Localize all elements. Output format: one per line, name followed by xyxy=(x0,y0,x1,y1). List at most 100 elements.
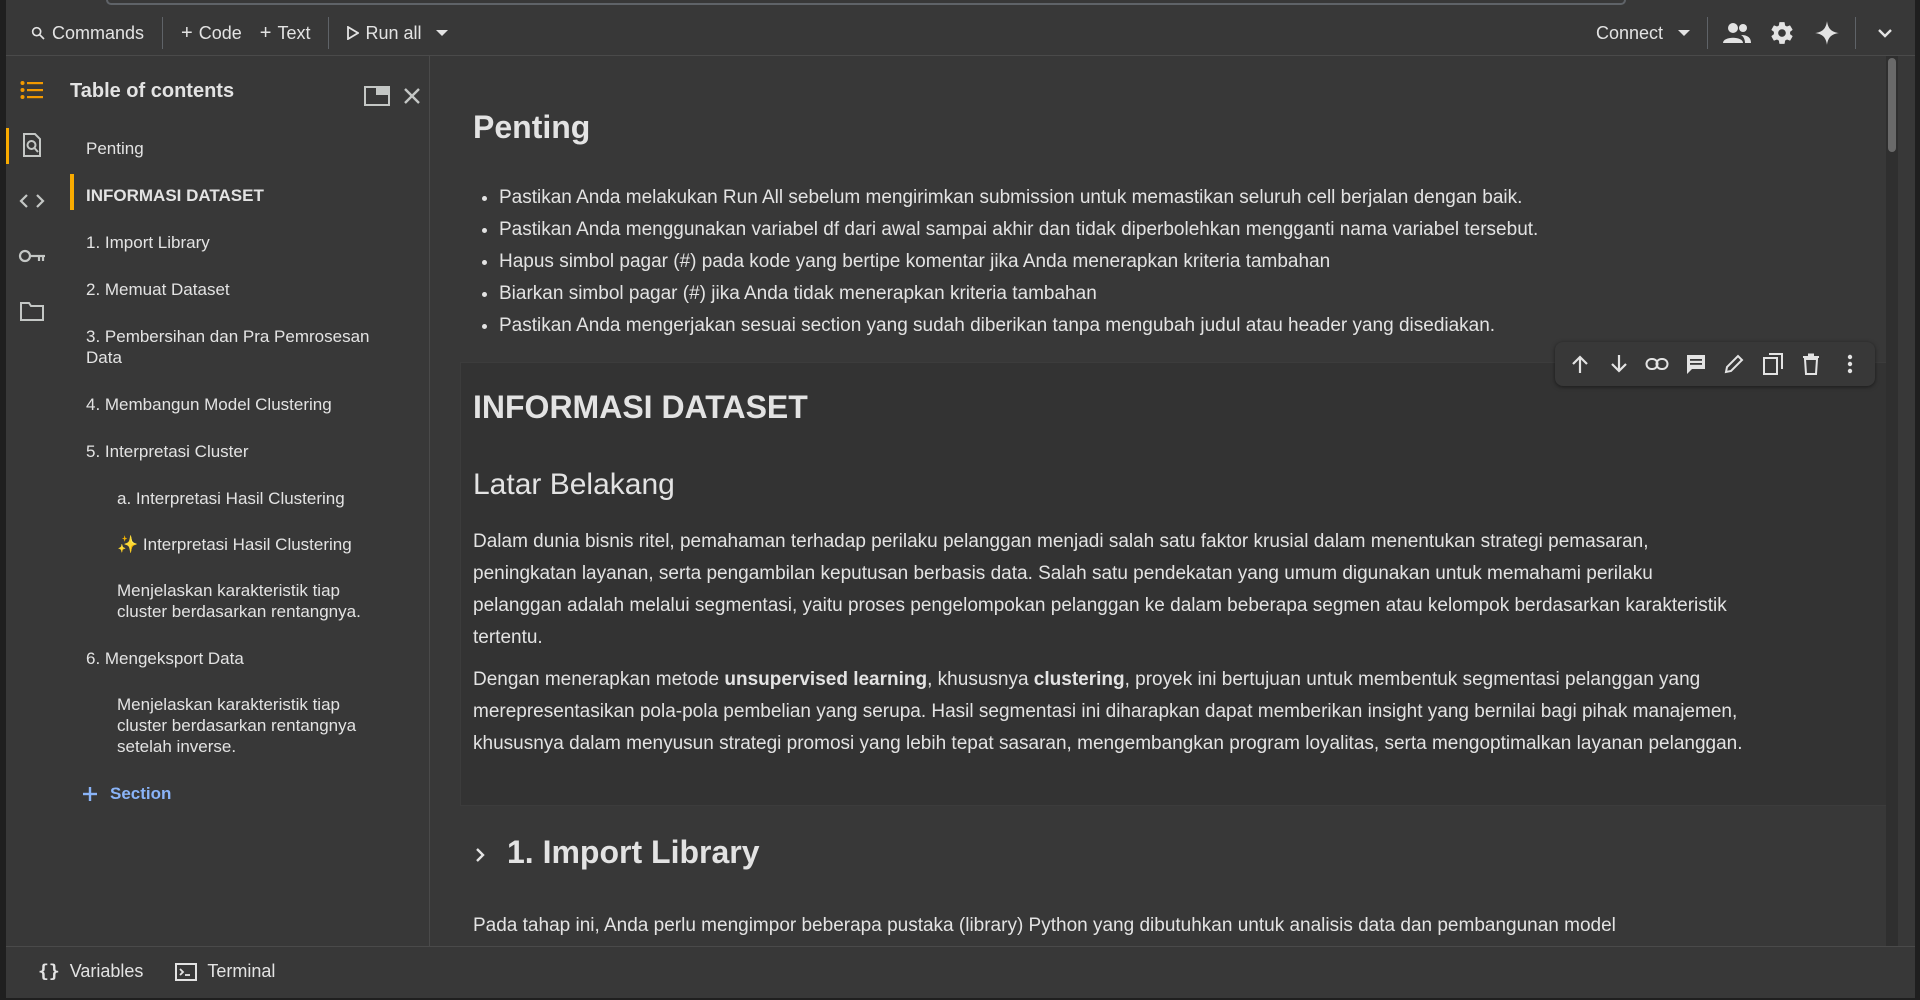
table-of-contents-panel: Table of contents Penting INFORMASI DATA… xyxy=(58,56,430,946)
mirror-cell-icon[interactable] xyxy=(1756,347,1790,381)
toc-item[interactable]: 4. Membangun Model Clustering xyxy=(86,394,332,415)
terminal-label: Terminal xyxy=(207,961,276,981)
add-code-button[interactable]: + Code xyxy=(167,15,256,51)
import-library-paragraph: Pada tahap ini, Anda perlu mengimpor beb… xyxy=(473,915,1616,936)
secrets-rail-button[interactable] xyxy=(14,238,50,274)
gear-icon xyxy=(1769,20,1795,46)
para-text: Dengan menerapkan metode xyxy=(473,669,725,690)
braces-icon: {} xyxy=(38,961,60,982)
connect-dropdown[interactable] xyxy=(1677,15,1701,51)
section-expand-toggle[interactable] xyxy=(467,842,493,868)
plus-icon: + xyxy=(181,21,193,44)
add-text-button[interactable]: + Text xyxy=(256,15,325,51)
toc-subitem[interactable]: Menjelaskan karakteristik tiap cluster b… xyxy=(117,580,387,622)
list-item: Pastikan Anda melakukan Run All sebelum … xyxy=(499,182,1538,214)
collapse-header-button[interactable] xyxy=(1862,13,1907,53)
toc-title: Table of contents xyxy=(70,80,235,102)
list-item: Biarkan simbol pagar (#) jika Anda tidak… xyxy=(499,278,1538,310)
toc-item[interactable]: 6. Mengeksport Data xyxy=(86,648,244,669)
snippets-rail-button[interactable] xyxy=(14,183,50,219)
add-text-label: Text xyxy=(277,22,311,43)
folder-icon xyxy=(20,301,44,321)
connect-label: Connect xyxy=(1595,22,1663,43)
toolbar-divider xyxy=(328,17,330,49)
delete-icon[interactable] xyxy=(1794,347,1828,381)
move-down-icon[interactable] xyxy=(1602,347,1636,381)
bottom-status-bar: {} Variables Terminal xyxy=(6,946,1915,996)
toc-item[interactable]: 2. Memuat Dataset xyxy=(86,279,230,300)
close-icon xyxy=(403,87,421,105)
import-library-heading: 1. Import Library xyxy=(507,834,760,870)
play-icon xyxy=(347,26,360,40)
move-up-icon[interactable] xyxy=(1563,347,1597,381)
variables-label: Variables xyxy=(69,961,144,981)
para-bold-text: unsupervised learning xyxy=(724,669,928,690)
toc-subitem[interactable]: Menjelaskan karakteristik tiap cluster b… xyxy=(117,694,387,757)
caret-down-icon xyxy=(435,29,449,37)
run-all-label: Run all xyxy=(365,22,422,43)
informasi-dataset-heading: INFORMASI DATASET xyxy=(473,389,808,425)
toc-item-active[interactable]: INFORMASI DATASET xyxy=(86,185,264,206)
open-in-tab-button[interactable] xyxy=(354,76,399,116)
list-icon xyxy=(20,80,44,100)
find-rail-button[interactable] xyxy=(14,127,50,163)
toc-item[interactable]: 5. Interpretasi Cluster xyxy=(86,441,249,462)
find-in-page-icon xyxy=(22,133,42,157)
chevron-right-icon xyxy=(475,847,485,863)
commands-label: Commands xyxy=(52,22,145,43)
toc-item[interactable]: Penting xyxy=(86,138,144,159)
more-vert-icon[interactable] xyxy=(1833,347,1867,381)
rail-active-indicator xyxy=(6,128,9,164)
add-section-button[interactable]: Section xyxy=(82,784,171,804)
toc-subitem[interactable]: a. Interpretasi Hasil Clustering xyxy=(117,488,345,509)
add-section-label: Section xyxy=(110,784,172,803)
list-item: Pastikan Anda menggunakan variabel df da… xyxy=(499,214,1538,246)
toc-rail-button[interactable] xyxy=(14,72,50,108)
connect-button[interactable]: Connect xyxy=(1582,15,1677,51)
chevron-down-icon xyxy=(1877,28,1893,38)
latar-belakang-paragraph-1: Dalam dunia bisnis ritel, pemahaman terh… xyxy=(473,531,1727,648)
run-all-dropdown[interactable] xyxy=(427,15,457,51)
browser-edge xyxy=(106,0,1626,5)
add-code-label: Code xyxy=(198,22,242,43)
colab-window: Commands + Code + Text Run all Connect T… xyxy=(6,0,1915,998)
key-icon xyxy=(18,248,46,264)
files-rail-button[interactable] xyxy=(14,293,50,329)
search-icon xyxy=(30,25,46,41)
run-all-button[interactable]: Run all xyxy=(333,15,427,51)
link-icon[interactable] xyxy=(1640,347,1674,381)
list-item: Hapus simbol pagar (#) pada kode yang be… xyxy=(499,246,1538,278)
plus-icon: + xyxy=(259,21,272,44)
notebook-scrollbar[interactable] xyxy=(1886,56,1898,946)
close-toc-button[interactable] xyxy=(394,76,430,116)
penting-heading: Penting xyxy=(473,109,591,145)
terminal-button[interactable]: Terminal xyxy=(159,952,291,992)
caret-down-icon xyxy=(1677,29,1691,37)
commands-button[interactable]: Commands xyxy=(16,15,158,51)
toc-item[interactable]: 1. Import Library xyxy=(86,232,210,253)
cell-toolbar xyxy=(1555,342,1875,386)
people-icon xyxy=(1722,21,1752,45)
para-text: , khususnya xyxy=(927,669,1034,690)
penting-bullet-list: Pastikan Anda melakukan Run All sebelum … xyxy=(473,182,1538,342)
sparkle-icon xyxy=(1814,20,1840,46)
para-bold-text: clustering xyxy=(1033,669,1125,690)
share-button[interactable] xyxy=(1714,13,1759,53)
notebook-toolbar: Commands + Code + Text Run all Connect xyxy=(6,10,1915,56)
toc-subitem[interactable]: ✨ Interpretasi Hasil Clustering xyxy=(117,534,352,555)
variables-button[interactable]: {} Variables xyxy=(22,952,159,992)
edit-icon[interactable] xyxy=(1717,347,1751,381)
scrollbar-thumb[interactable] xyxy=(1888,58,1896,152)
toc-active-indicator xyxy=(70,174,74,210)
open-in-new-tab-icon xyxy=(363,86,390,106)
toc-item[interactable]: 3. Pembersihan dan Pra Pemrosesan Data xyxy=(86,326,386,368)
terminal-icon xyxy=(175,962,198,981)
comment-icon[interactable] xyxy=(1679,347,1713,381)
toolbar-divider xyxy=(162,17,164,49)
latar-belakang-paragraph-2: Dengan menerapkan metode unsupervised le… xyxy=(473,664,1743,760)
settings-button[interactable] xyxy=(1759,13,1804,53)
gemini-button[interactable] xyxy=(1804,13,1849,53)
code-icon xyxy=(19,193,45,209)
toolbar-divider xyxy=(1855,17,1856,49)
plus-icon xyxy=(82,786,98,802)
